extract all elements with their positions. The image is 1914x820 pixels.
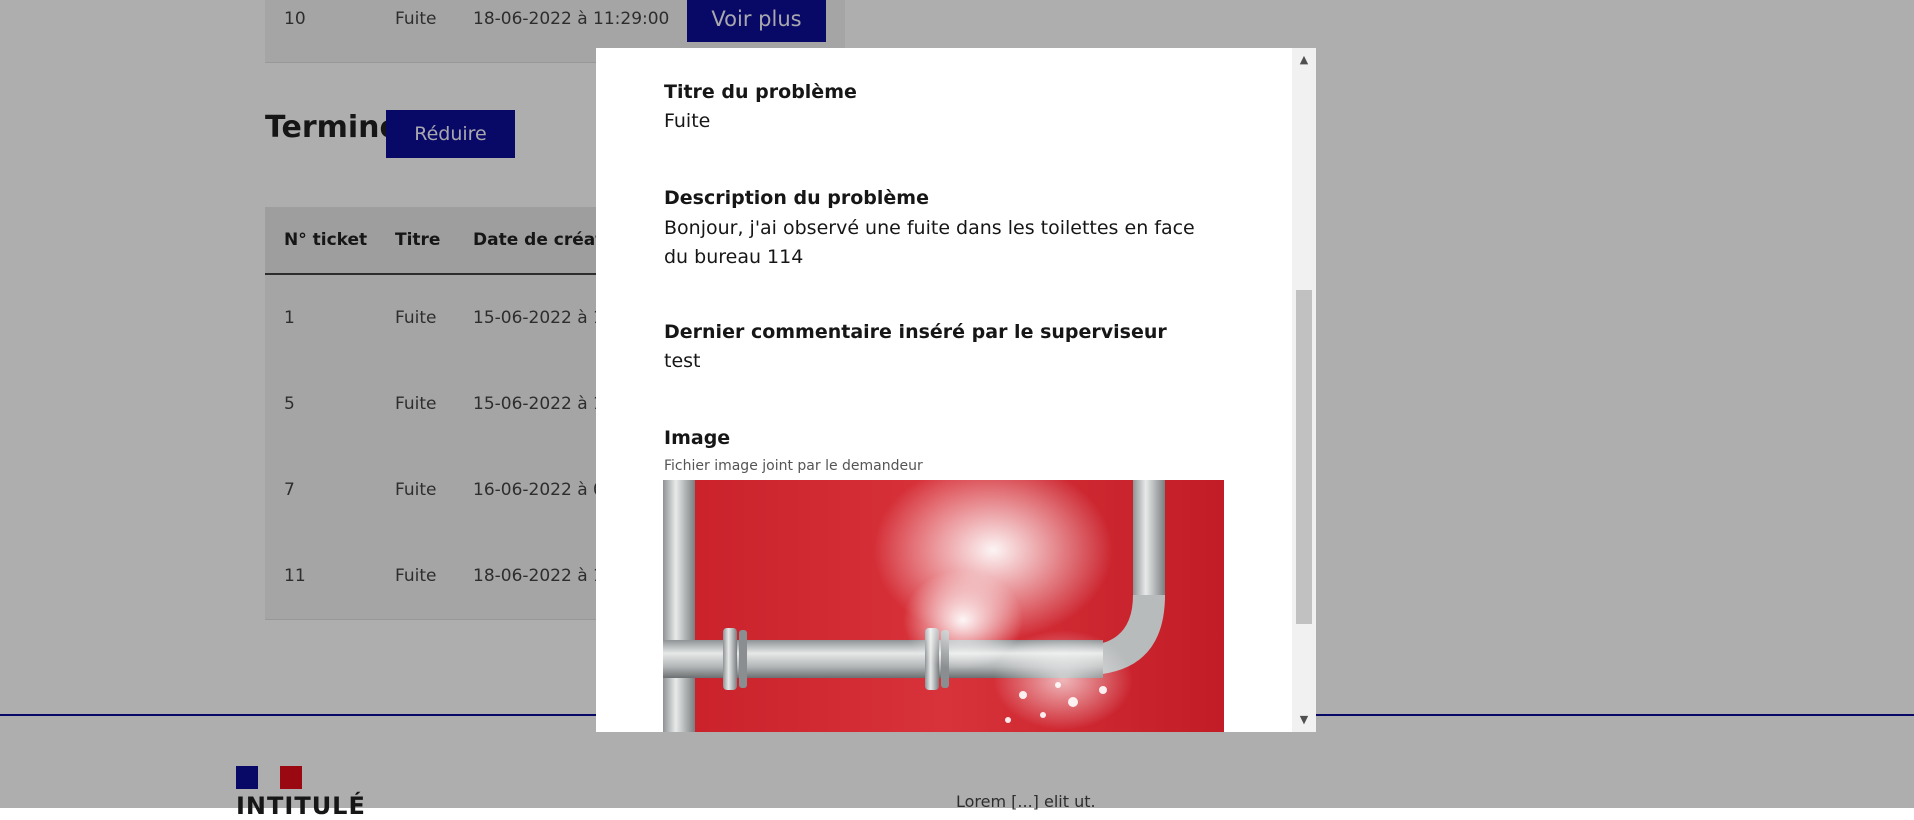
problem-description-label: Description du problème <box>664 187 929 209</box>
scroll-down-arrow-icon[interactable]: ▼ <box>1292 708 1316 732</box>
scroll-thumb[interactable] <box>1296 290 1312 624</box>
supervisor-comment-value: test <box>664 350 701 372</box>
image-label: Image <box>664 427 731 449</box>
problem-description-value: Bonjour, j'ai observé une fuite dans les… <box>664 217 1195 268</box>
problem-title-label: Titre du problème <box>664 81 857 103</box>
modal-scrollbar[interactable]: ▲ ▼ <box>1292 48 1316 732</box>
ticket-detail-modal: Titre du problème Fuite Description du p… <box>596 48 1316 732</box>
problem-title-value: Fuite <box>664 110 711 132</box>
image-hint: Fichier image joint par le demandeur <box>664 458 923 474</box>
scroll-up-arrow-icon[interactable]: ▲ <box>1292 48 1316 72</box>
supervisor-comment-label: Dernier commentaire inséré par le superv… <box>664 321 1167 343</box>
attached-leak-image <box>663 480 1224 732</box>
